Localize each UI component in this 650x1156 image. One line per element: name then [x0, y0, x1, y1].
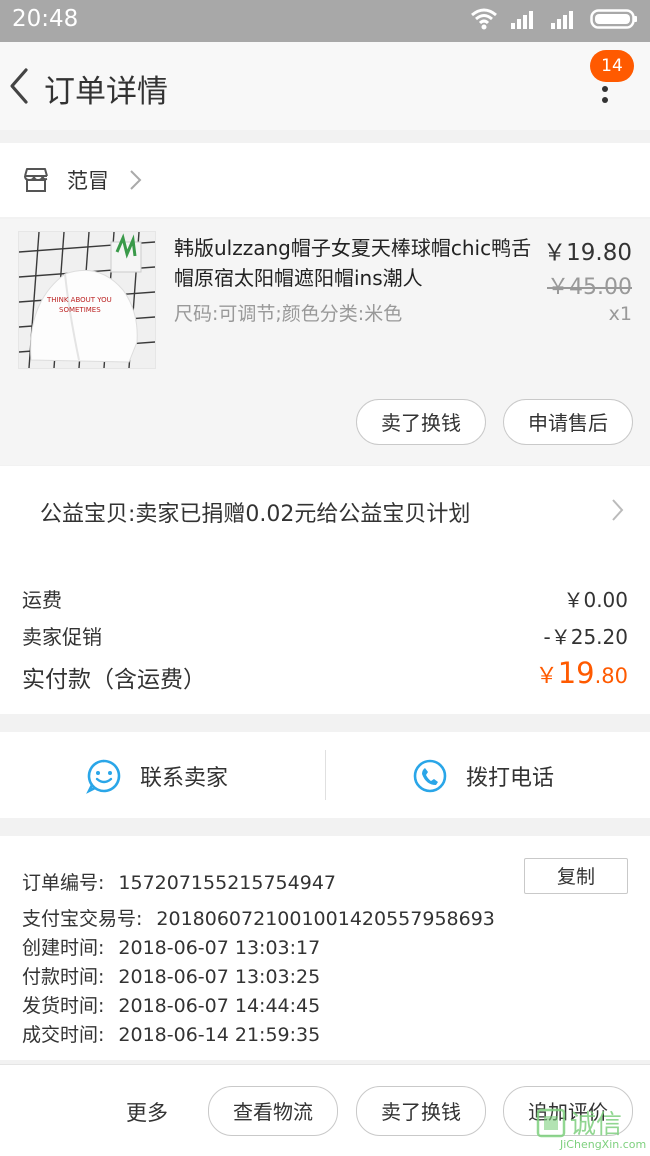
info-label: 成交时间: [22, 1024, 105, 1046]
order-number[interactable]: 157207155215754947 [118, 872, 336, 894]
chevron-right-icon [130, 170, 142, 190]
info-label: 付款时间: [22, 966, 105, 988]
page-title: 订单详情 [44, 74, 168, 110]
view-logistics-button[interactable]: 查看物流 [208, 1086, 338, 1136]
total-label: 实付款（含运费） [22, 667, 206, 693]
info-label: 发货时间: [22, 995, 105, 1017]
hat-embroidery-line-2: SOMETIMES [59, 306, 101, 314]
paid-time-line: 付款时间: 2018-06-07 13:03:25 [22, 962, 320, 989]
shop-row[interactable]: 范冒 [0, 143, 650, 217]
copy-button[interactable]: 复制 [524, 858, 628, 894]
shipped-time: 2018-06-07 14:44:45 [118, 995, 321, 1017]
sell-button[interactable]: 卖了换钱 [356, 399, 486, 445]
watermark-url: JiChengXin.com [560, 1138, 647, 1151]
status-icons [470, 8, 638, 30]
call-phone-label: 拨打电话 [466, 766, 555, 791]
alipay-number-line: 支付宝交易号: 2018060721001001420557958693 [22, 904, 495, 931]
order-info: 订单编号: 157207155215754947 复制 支付宝交易号: 201806… [0, 836, 650, 1060]
status-time: 20:48 [12, 6, 79, 32]
created-time-line: 创建时间: 2018-06-07 13:03:17 [22, 933, 320, 960]
total-currency: ￥ [535, 664, 558, 689]
contact-seller-label: 联系卖家 [140, 766, 229, 791]
current-price: ￥19.80 [543, 240, 632, 266]
sell-button[interactable]: 卖了换钱 [356, 1086, 486, 1136]
product-image: THINK ABOUT YOU SOMETIMES [19, 232, 155, 368]
watermark-text: 诚信 [570, 1110, 623, 1140]
chevron-left-icon[interactable] [6, 64, 36, 108]
shipping-value: ￥0.00 [563, 588, 628, 612]
chevron-right-icon [612, 499, 624, 521]
product-title[interactable]: 韩版ulzzang帽子女夏天棒球帽chic鸭舌帽原宿太阳帽遮阳帽ins潮人 [174, 233, 539, 293]
original-price: ￥45.00 [547, 275, 632, 300]
alipay-number: 2018060721001001420557958693 [156, 908, 495, 930]
total-integer: 19 [557, 656, 595, 690]
after-sale-button[interactable]: 申请售后 [503, 399, 633, 445]
created-time: 2018-06-07 13:03:17 [118, 937, 321, 959]
battery-icon [590, 9, 637, 29]
phone-icon [413, 759, 447, 793]
contact-seller-button[interactable]: 联系卖家 [0, 732, 325, 818]
shipped-time-line: 发货时间: 2018-06-07 14:44:45 [22, 991, 320, 1018]
product-spec: 尺码:可调节;颜色分类:米色 [174, 303, 403, 325]
shop-icon [24, 168, 48, 192]
charity-text: 公益宝贝:卖家已捐赠0.02元给公益宝贝计划 [40, 502, 471, 527]
wifi-icon [471, 8, 497, 30]
order-number-line: 订单编号: 157207155215754947 [22, 868, 336, 895]
completed-time: 2018-06-14 21:59:35 [118, 1024, 321, 1046]
more-menu[interactable]: 更多 [126, 1097, 168, 1127]
quantity: x1 [608, 303, 632, 325]
info-label: 支付宝交易号: [22, 908, 143, 930]
total-decimal: .80 [594, 664, 628, 688]
shop-name: 范冒 [67, 169, 109, 193]
call-phone-button[interactable]: 拨打电话 [326, 732, 650, 818]
watermark: 诚信 JiChengXin.com [534, 1104, 650, 1155]
info-label: 创建时间: [22, 937, 105, 959]
info-label: 订单编号: [22, 872, 105, 894]
signal-icon [511, 11, 533, 29]
shipping-label: 运费 [22, 588, 62, 612]
watermark-logo-icon [536, 1108, 566, 1138]
charity-row[interactable]: 公益宝贝:卖家已捐赠0.02元给公益宝贝计划 [0, 466, 650, 556]
hat-embroidery-line-1: THINK ABOUT YOU [46, 296, 112, 304]
order-item[interactable]: THINK ABOUT YOU SOMETIMES 韩版ulzzang帽子女夏天… [0, 219, 650, 465]
nav-header: 订单详情 [0, 42, 650, 130]
completed-time-line: 成交时间: 2018-06-14 21:59:35 [22, 1020, 320, 1047]
notification-badge: 14 [590, 50, 634, 82]
signal-icon [551, 11, 573, 29]
promo-value: -￥25.20 [543, 625, 628, 649]
contact-bar: 联系卖家 拨打电话 [0, 732, 650, 818]
fee-summary: 运费 ￥0.00 卖家促销 -￥25.20 实付款（含运费） ￥19.80 [0, 556, 650, 714]
chat-face-icon [86, 759, 121, 794]
promo-label: 卖家促销 [22, 625, 102, 649]
total-value: ￥19.80 [536, 656, 628, 690]
product-thumbnail[interactable]: THINK ABOUT YOU SOMETIMES [18, 231, 156, 369]
paid-time: 2018-06-07 13:03:25 [118, 966, 321, 988]
status-bar: 20:48 [0, 0, 650, 42]
